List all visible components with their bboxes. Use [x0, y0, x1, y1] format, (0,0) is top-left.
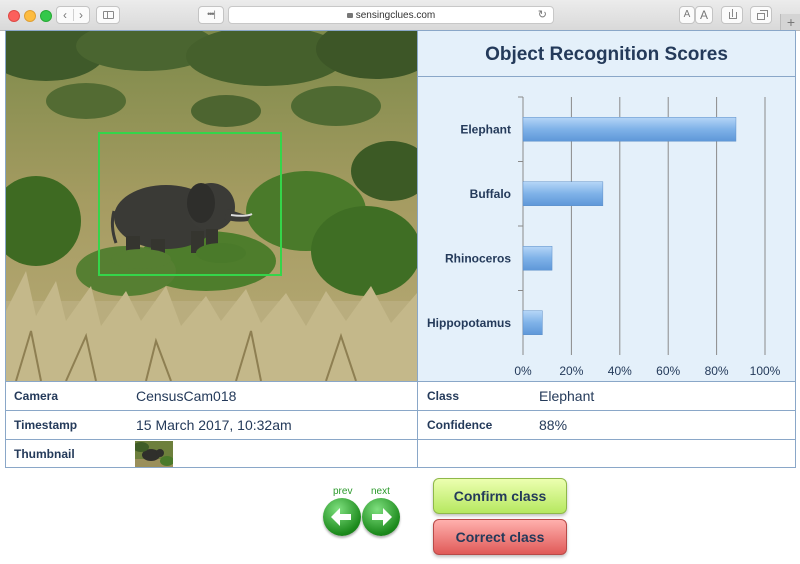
reload-button[interactable]: ↻: [538, 7, 547, 24]
category-label: Rhinoceros: [445, 251, 511, 265]
thumbnail-image[interactable]: [135, 441, 173, 467]
url-text: sensingclues.com: [355, 10, 436, 21]
bar-hippopotamus: [522, 310, 543, 335]
confirm-class-button[interactable]: Confirm class: [433, 478, 567, 514]
history-nav: ‹ ›: [56, 6, 90, 24]
thumbnail-label: Thumbnail: [14, 447, 75, 461]
arrow-left-icon: [331, 508, 351, 526]
bar-elephant: [522, 117, 737, 142]
scores-chart-panel: Object Recognition Scores 0% 20% 40% 60% 80%…: [417, 31, 795, 381]
back-button[interactable]: ‹: [57, 7, 73, 23]
x-tick-label: 60%: [656, 364, 680, 378]
window-close-button[interactable]: [8, 10, 20, 22]
camera-trap-photo: [6, 31, 417, 381]
info-row-timestamp: Timestamp 15 March 2017, 10:32am Confide…: [6, 411, 795, 440]
reader-button[interactable]: •••|: [198, 6, 224, 24]
bar-rhinoceros: [522, 246, 553, 271]
forward-button[interactable]: ›: [73, 7, 89, 23]
address-bar[interactable]: sensingclues.com ↻: [228, 6, 554, 24]
x-tick-label: 80%: [705, 364, 729, 378]
x-tick-label: 40%: [608, 364, 632, 378]
camera-value: CensusCam018: [136, 388, 237, 404]
font-larger-button[interactable]: A: [695, 6, 713, 24]
class-value: Elephant: [539, 388, 595, 404]
confidence-value: 88%: [539, 417, 568, 433]
browser-toolbar: ‹ › •••| sensingclues.com ↻ A A +: [0, 0, 800, 31]
tabs-icon: [757, 13, 765, 20]
chart-header: Object Recognition Scores: [418, 31, 795, 77]
class-label: Class: [427, 389, 460, 403]
show-tabs-button[interactable]: [750, 6, 772, 24]
font-smaller-button[interactable]: A: [679, 6, 695, 24]
x-tick-label: 20%: [559, 364, 583, 378]
category-label: Hippopotamus: [427, 316, 511, 330]
confidence-label: Confidence: [427, 418, 493, 432]
x-tick-label: 0%: [514, 364, 532, 378]
sidebar-toggle-button[interactable]: [96, 6, 120, 24]
scores-bar-chart: 0% 20% 40% 60% 80% 100% Elephant Buffalo Rhinoce…: [427, 96, 781, 378]
share-icon: [729, 12, 737, 19]
timestamp-value: 15 March 2017, 10:32am: [136, 417, 292, 433]
window-maximize-button[interactable]: [40, 10, 52, 22]
next-button[interactable]: [362, 498, 400, 536]
correct-class-button[interactable]: Correct class: [433, 519, 567, 555]
detection-bounding-box: [98, 132, 282, 276]
category-label: Elephant: [460, 122, 511, 136]
detection-info-table: Camera CensusCam018 Class Elephant Times…: [6, 381, 795, 468]
prev-label: prev: [333, 486, 353, 497]
new-tab-button[interactable]: +: [780, 14, 800, 30]
camera-label: Camera: [14, 389, 59, 403]
category-label: Buffalo: [470, 187, 511, 201]
timestamp-label: Timestamp: [14, 418, 78, 432]
next-label: next: [371, 486, 390, 497]
info-row-thumbnail: Thumbnail: [6, 440, 795, 468]
recognition-panel: Object Recognition Scores 0% 20% 40% 60% 80%…: [5, 30, 796, 468]
info-row-camera: Camera CensusCam018 Class Elephant: [6, 382, 795, 411]
share-button[interactable]: [721, 6, 743, 24]
prev-button[interactable]: [323, 498, 361, 536]
chart-title: Object Recognition Scores: [485, 44, 728, 65]
x-tick-label: 100%: [750, 364, 781, 378]
lock-icon: [346, 13, 353, 18]
bar-buffalo: [522, 181, 604, 206]
sidebar-icon: [103, 11, 114, 19]
arrow-right-icon: [372, 508, 392, 526]
window-minimize-button[interactable]: [24, 10, 36, 22]
